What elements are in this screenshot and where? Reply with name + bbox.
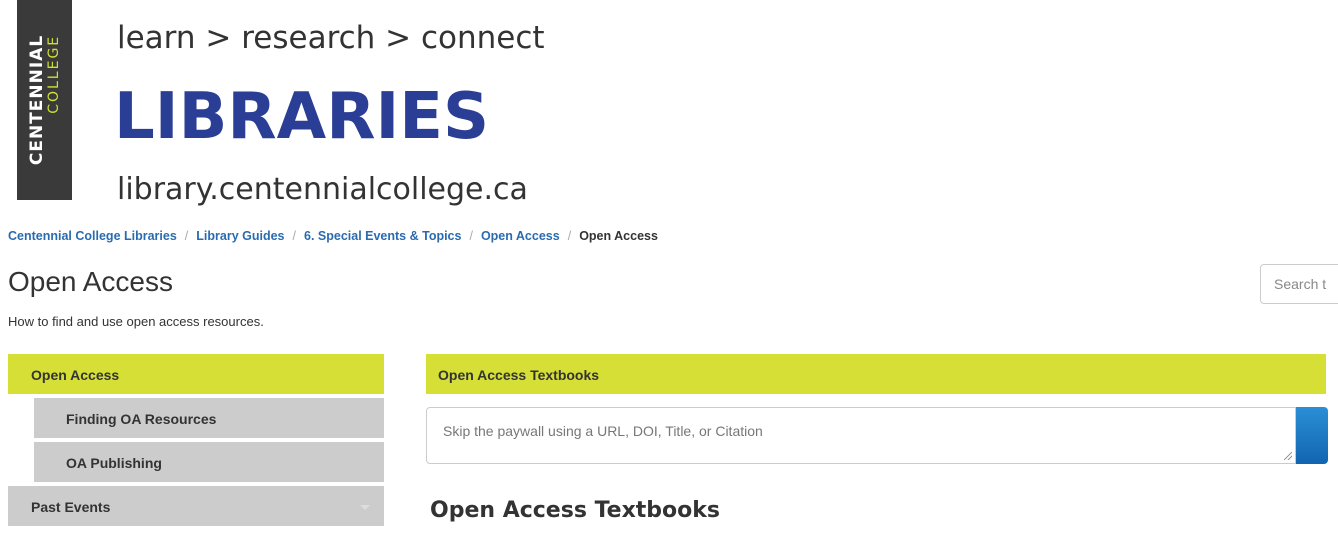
sidebar-item-open-access[interactable]: Open Access <box>8 354 384 394</box>
logo-word-college: COLLEGE <box>45 34 62 114</box>
skip-paywall-widget: Skip the paywall using a URL, DOI, Title… <box>426 407 1328 464</box>
skip-paywall-button[interactable] <box>1296 407 1328 464</box>
guide-sidebar-nav: Open Access Finding OA Resources OA Publ… <box>8 354 384 530</box>
sidebar-item-label: Past Events <box>31 499 111 515</box>
breadcrumb-separator: / <box>567 229 572 243</box>
sidebar-item-finding-oa-resources[interactable]: Finding OA Resources <box>34 398 384 438</box>
college-logo[interactable]: CENTENNIAL COLLEGE <box>17 0 72 200</box>
sidebar-item-oa-publishing[interactable]: OA Publishing <box>34 442 384 482</box>
breadcrumb-link-special-events[interactable]: 6. Special Events & Topics <box>304 229 461 243</box>
site-tagline: learn > research > connect <box>117 20 545 56</box>
breadcrumb-separator: / <box>184 229 189 243</box>
breadcrumb: Centennial College Libraries / Library Gui… <box>8 229 658 243</box>
site-title[interactable]: LIBRARIES <box>114 80 489 154</box>
page-title: Open Access <box>8 266 173 297</box>
breadcrumb-separator: / <box>292 229 296 243</box>
box-header: Open Access Textbooks <box>426 354 1326 394</box>
section-title: Open Access Textbooks <box>430 498 720 523</box>
breadcrumb-link-libraries[interactable]: Centennial College Libraries <box>8 229 177 243</box>
site-url: library.centennialcollege.ca <box>117 172 528 207</box>
breadcrumb-separator: / <box>469 229 473 243</box>
breadcrumb-link-library-guides[interactable]: Library Guides <box>196 229 284 243</box>
guide-search-input[interactable]: Search t <box>1260 264 1338 304</box>
caret-down-icon[interactable] <box>360 505 370 510</box>
breadcrumb-link-open-access[interactable]: Open Access <box>481 229 560 243</box>
page-description: How to find and use open access resource… <box>8 314 264 329</box>
resize-handle-icon[interactable] <box>1284 452 1292 460</box>
sidebar-item-past-events[interactable]: Past Events <box>8 486 384 526</box>
logo-word-centennial: CENTENNIAL <box>26 34 47 166</box>
skip-paywall-input[interactable]: Skip the paywall using a URL, DOI, Title… <box>426 407 1296 464</box>
breadcrumb-current: Open Access <box>579 229 658 243</box>
